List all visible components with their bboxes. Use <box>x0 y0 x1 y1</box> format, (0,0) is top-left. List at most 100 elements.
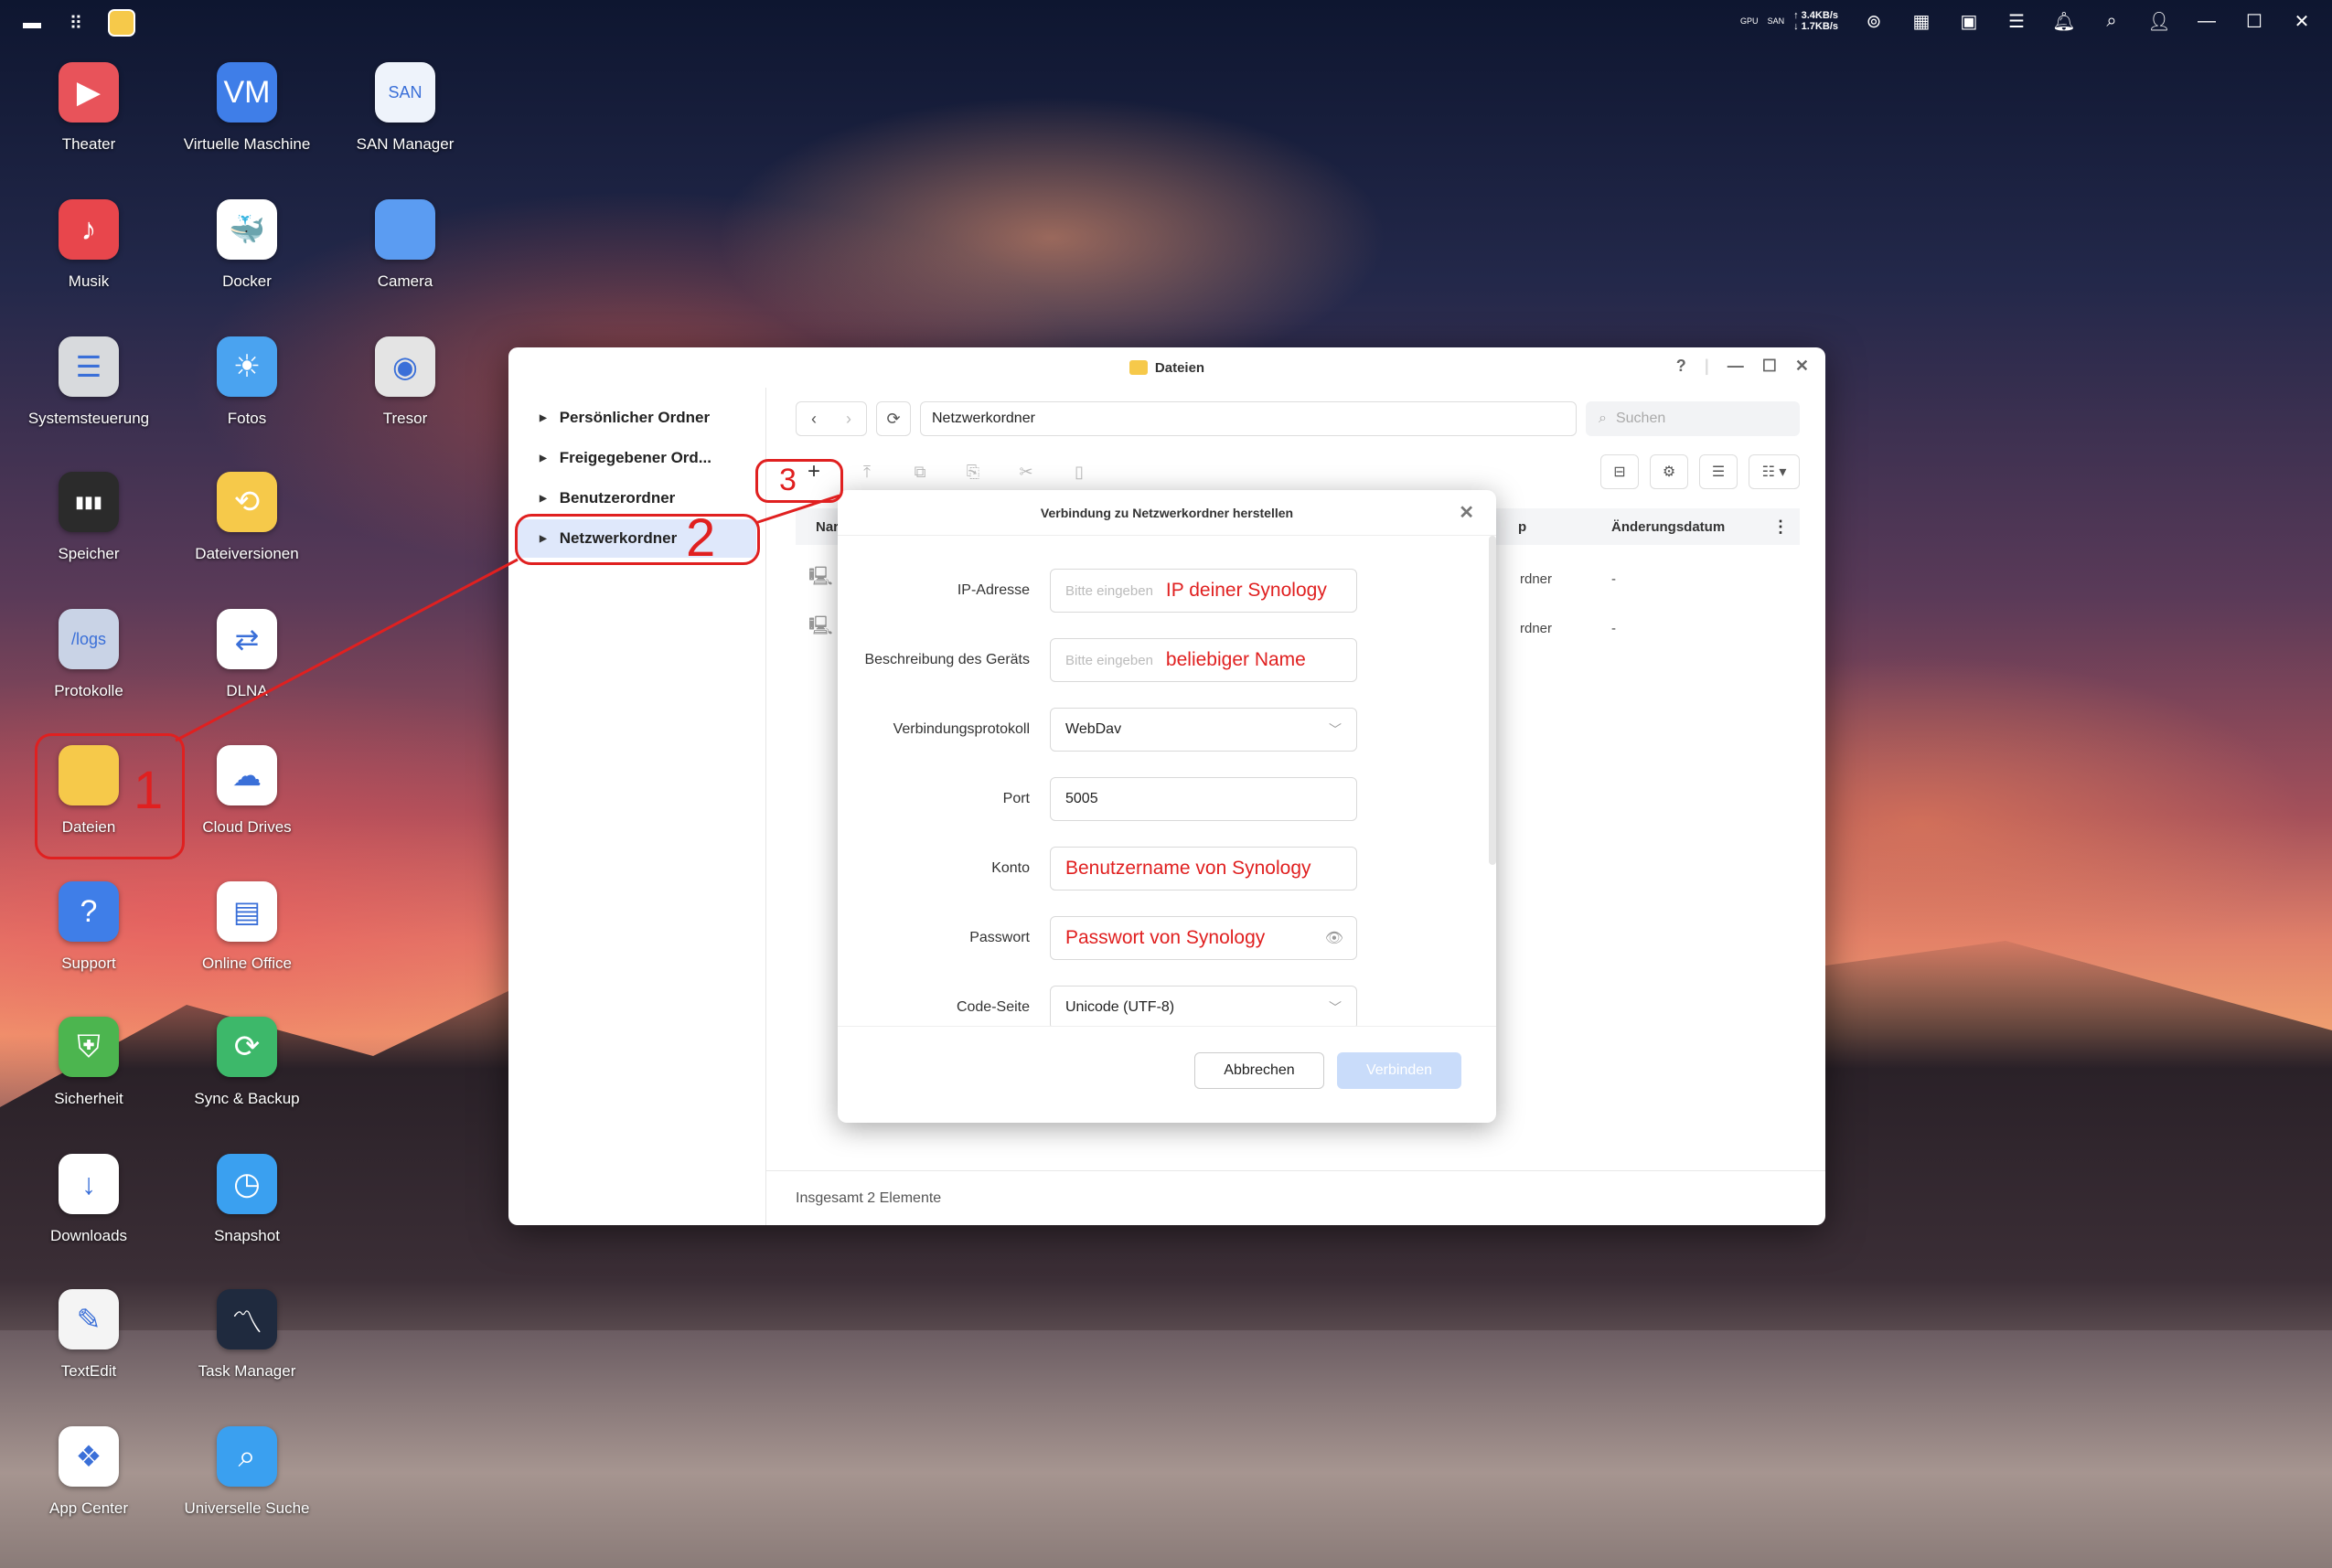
desktop-icon-downloads[interactable]: ↓ Downloads <box>11 1154 166 1245</box>
eye-icon[interactable]: 👁︎ <box>1325 929 1343 947</box>
desktop-icon-online-office[interactable]: ▤ Online Office <box>169 881 325 973</box>
desktop-icon-label: Protokolle <box>54 682 123 699</box>
account-input[interactable]: Benutzername von Synology <box>1050 847 1357 891</box>
desktop-icon-docker[interactable]: 🐳 Docker <box>169 199 325 291</box>
maximize-icon[interactable]: ☐ <box>2242 9 2266 33</box>
desktop-icon-security[interactable]: ⛨ Sicherheit <box>11 1017 166 1108</box>
desktop-icon-sync-backup[interactable]: ⟳ Sync & Backup <box>169 1017 325 1108</box>
desktop-icon-label: Docker <box>222 272 272 290</box>
desktop-icon-file-versions[interactable]: ⟲ Dateiversionen <box>169 472 325 563</box>
desktop-icon-app-center[interactable]: ❖ App Center <box>11 1426 166 1518</box>
files-taskbar-icon[interactable] <box>108 9 135 37</box>
app-grid-icon[interactable]: ⠿ <box>64 11 88 35</box>
music-icon: ♪ <box>59 199 119 260</box>
minimize-icon[interactable]: — <box>2195 9 2219 33</box>
desktop-icon-san-manager[interactable]: SAN SAN Manager <box>327 62 483 154</box>
desktop-icon-music[interactable]: ♪ Musik <box>11 199 166 291</box>
protocol-row: Verbindungsprotokoll WebDav ﹀ <box>838 708 1496 752</box>
sort-icon[interactable]: ☰ <box>1699 454 1738 489</box>
protocol-select[interactable]: WebDav ﹀ <box>1050 708 1357 752</box>
window-title-bar[interactable]: Dateien ? | — ☐ ✕ <box>508 347 1825 388</box>
docker-icon: 🐳 <box>217 199 277 260</box>
upload-icon[interactable]: ⤒ <box>849 454 885 489</box>
bell-icon[interactable]: 🔔︎ <box>2052 9 2076 33</box>
desktop-icon-camera[interactable]: Camera <box>327 199 483 291</box>
delete-icon[interactable]: ▯ <box>1061 454 1097 489</box>
desktop-icon-vault[interactable]: ◉ Tresor <box>327 336 483 428</box>
search-icon[interactable]: ⌕ <box>2100 9 2123 33</box>
desktop-icon-support[interactable]: ? Support <box>11 881 166 973</box>
column-name[interactable]: Nar <box>816 519 839 535</box>
search-input[interactable]: ⌕ Suchen <box>1586 401 1800 436</box>
security-icon: ⛨ <box>59 1017 119 1077</box>
user-icon[interactable]: 👤︎ <box>2147 9 2171 33</box>
desktop-icon-label: SAN Manager <box>356 135 455 153</box>
desktop-icon-control-panel[interactable]: ☰ Systemsteuerung <box>11 336 166 428</box>
ip-placeholder: Bitte eingeben <box>1065 582 1153 599</box>
port-input[interactable]: 5005 <box>1050 777 1357 821</box>
desktop-icon-logs[interactable]: /logs Protokolle <box>11 609 166 700</box>
desktop-icon-label: Snapshot <box>214 1227 280 1244</box>
ip-row: IP-Adresse Bitte eingeben IP deiner Synol… <box>838 569 1496 613</box>
gpu-label: GPU <box>1740 16 1759 26</box>
help-icon[interactable]: ? <box>1676 357 1686 376</box>
toolbox-icon[interactable]: ⊟ <box>1600 454 1639 489</box>
theater-icon: ▶ <box>59 62 119 123</box>
desktop-icon-theater[interactable]: ▶ Theater <box>11 62 166 154</box>
annotation-box-3 <box>755 459 843 503</box>
password-input[interactable]: Passwort von Synology 👁︎ <box>1050 916 1357 960</box>
close-icon[interactable]: ✕ <box>1459 501 1474 524</box>
desktop-icon-photos[interactable]: ☀ Fotos <box>169 336 325 428</box>
desktop-icon-label: Universelle Suche <box>184 1499 310 1517</box>
description-row: Beschreibung des Geräts Bitte eingeben be… <box>838 638 1496 682</box>
account-annotation: Benutzername von Synology <box>1065 858 1311 879</box>
desktop-icon-cloud-drives[interactable]: ☁ Cloud Drives <box>169 745 325 837</box>
copy-icon[interactable]: ⧉ <box>902 454 938 489</box>
path-bar[interactable]: Netzwerkordner <box>920 401 1577 436</box>
maximize-icon[interactable]: ☐ <box>1762 357 1777 376</box>
sidebar-item-user-folder[interactable]: ▶ Benutzerordner <box>518 479 756 517</box>
column-date[interactable]: Änderungsdatum <box>1611 519 1725 535</box>
codepage-value: Unicode (UTF-8) <box>1065 999 1175 1015</box>
device-description-input[interactable]: Bitte eingeben beliebiger Name <box>1050 638 1357 682</box>
port-label: Port <box>1002 791 1030 806</box>
task-list-icon[interactable]: ☰ <box>2005 9 2028 33</box>
sidebar-item-shared[interactable]: ▶ Freigegebener Ord... <box>518 439 756 477</box>
connect-button[interactable]: Verbinden <box>1337 1052 1461 1089</box>
connect-network-folder-dialog: Verbindung zu Netzwerkordner herstellen … <box>838 490 1496 1123</box>
desktop-icon-universal-search[interactable]: ⌕ Universelle Suche <box>169 1426 325 1518</box>
show-desktop-icon[interactable]: ▬ <box>20 11 44 35</box>
monitor-icon[interactable]: ▣ <box>1957 9 1981 33</box>
codepage-select[interactable]: Unicode (UTF-8) ﹀ <box>1050 986 1357 1026</box>
desktop-icon-label: DLNA <box>226 682 268 699</box>
cut-icon[interactable]: ✂ <box>1008 454 1044 489</box>
close-icon[interactable]: ✕ <box>2290 9 2314 33</box>
vm-icon: VM <box>217 62 277 123</box>
annotation-number-2: 2 <box>686 508 716 568</box>
forward-button[interactable]: › <box>831 402 866 435</box>
annotation-number-1: 1 <box>134 761 164 820</box>
close-icon[interactable]: ✕ <box>1795 357 1809 376</box>
desktop-icon-task-manager[interactable]: 〽 Task Manager <box>169 1289 325 1381</box>
back-button[interactable]: ‹ <box>797 402 831 435</box>
settings-icon[interactable]: ⚙ <box>1650 454 1688 489</box>
resource-monitor[interactable]: GPU SAN ↑ 3.4KB/s ↓ 1.7KB/s <box>1740 10 1838 32</box>
minimize-icon[interactable]: — <box>1728 357 1744 376</box>
desktop-icon-storage[interactable]: ▮▮▮ Speicher <box>11 472 166 563</box>
desktop-icon-snapshot[interactable]: ◷ Snapshot <box>169 1154 325 1245</box>
more-options-icon[interactable]: ⋮ <box>1772 517 1789 537</box>
desktop-icon-textedit[interactable]: ✎ TextEdit <box>11 1289 166 1381</box>
paste-icon[interactable]: ⎘ <box>955 454 991 489</box>
widgets-icon[interactable]: ▦ <box>1909 9 1933 33</box>
ip-address-input[interactable]: Bitte eingeben IP deiner Synology <box>1050 569 1357 613</box>
notification-center-icon[interactable]: ⊚ <box>1862 9 1886 33</box>
refresh-button[interactable]: ⟳ <box>876 401 911 436</box>
sidebar-item-personal[interactable]: ▶ Persönlicher Ordner <box>518 399 756 437</box>
desktop-icon-label: Fotos <box>227 410 267 427</box>
desktop-icon-vm[interactable]: VM Virtuelle Maschine <box>169 62 325 154</box>
chevron-down-icon: ﹀ <box>1329 722 1342 737</box>
desktop-icon-dlna[interactable]: ⇄ DLNA <box>169 609 325 700</box>
cancel-button[interactable]: Abbrechen <box>1194 1052 1324 1089</box>
column-type[interactable]: p <box>1518 519 1526 535</box>
view-mode-icon[interactable]: ☷ ▾ <box>1749 454 1800 489</box>
